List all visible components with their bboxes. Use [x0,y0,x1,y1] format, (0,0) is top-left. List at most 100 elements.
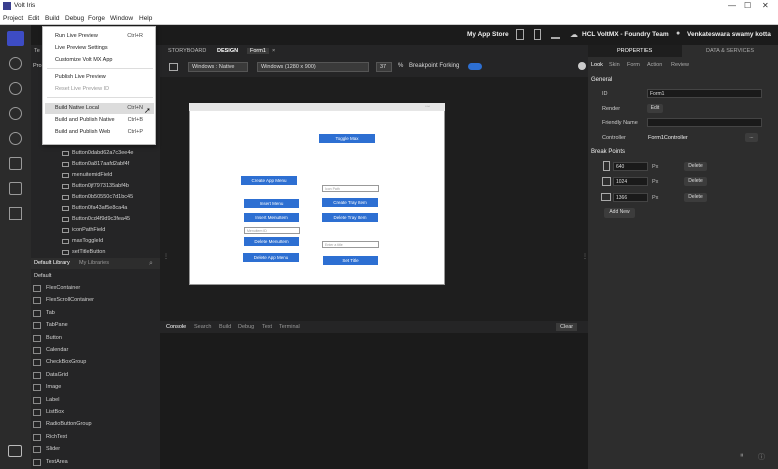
chat-icon[interactable] [8,445,22,457]
library-item[interactable]: CheckBoxGroup [46,359,86,365]
menu-item[interactable]: Build and Publish Web [55,129,110,135]
delete-breakpoint-button[interactable]: Delete [684,193,707,202]
splitter-grip-left[interactable]: ⋮ [163,253,169,260]
gauge-icon[interactable] [9,132,22,145]
general-section[interactable]: General [591,77,612,83]
breakpoint-toggle[interactable] [468,63,482,70]
breakpoints-section[interactable]: Break Points [591,149,625,155]
form-preview[interactable] [189,103,445,285]
app-store-button[interactable]: My App Store [467,31,509,38]
library-item[interactable]: ListBox [46,409,64,415]
menu-item[interactable]: Live Preview Settings [55,45,108,51]
resolution-select[interactable]: Windows (1280 x 900) [257,62,369,72]
subtab-review[interactable]: Review [671,62,689,68]
left-tab[interactable]: Te [34,48,40,54]
id-input[interactable]: Form1 [647,89,762,98]
controller-browse-button[interactable]: ... [745,133,758,142]
delete-menuitem-button[interactable]: Delete MenuItem [244,237,299,246]
menu-item[interactable]: Customize Volt MX App [55,57,112,63]
menu-edit[interactable]: Edit [28,15,39,22]
tree-item[interactable]: Button0fa43af5e8ca4a [72,205,127,211]
library-item[interactable]: TextArea [46,459,68,465]
pause-icon[interactable]: ⏸ [740,452,744,460]
document-icon[interactable] [9,182,22,195]
menuitem-id-input[interactable]: Menuitem ID [244,227,300,234]
tree-item[interactable]: setTitleButton [72,249,105,255]
tab-terminal[interactable]: Terminal [279,324,300,330]
menu-help[interactable]: Help [139,15,152,22]
phone-icon[interactable] [516,29,524,40]
clear-button[interactable]: Clear [556,323,578,331]
menu-item[interactable]: Build Native Local [55,105,99,111]
close-icon[interactable]: ✕ [762,1,769,10]
menu-item[interactable]: Publish Live Preview [55,74,106,80]
minimize-icon[interactable]: — [728,1,736,10]
create-tray-item-button[interactable]: Create Tray Item [322,198,378,207]
library-item[interactable]: TabPane [46,322,68,328]
breakpoint-640-input[interactable]: 640 [613,162,648,171]
maximize-icon[interactable]: ☐ [744,1,751,10]
create-app-menu-button[interactable]: Create App Menu [241,176,297,185]
breakpoint-1024-input[interactable]: 1024 [613,177,648,186]
triangle-icon[interactable] [9,207,22,220]
collapse-icon[interactable] [578,62,586,70]
trash-icon[interactable] [534,29,541,40]
library-item[interactable]: Slider [46,446,60,452]
library-item[interactable]: FlexContainer [46,285,80,291]
tab-properties[interactable]: PROPERTIES [617,48,652,54]
project-icon[interactable] [7,31,24,46]
delete-breakpoint-button[interactable]: Delete [684,177,707,186]
menu-item[interactable]: Reset Live Preview ID [55,86,109,92]
tree-item[interactable]: Button0b50550c7d1bc45 [72,194,133,200]
split-view-icon[interactable] [169,63,178,71]
library-group[interactable]: Default [34,273,51,279]
toggle-max-button[interactable]: Toggle Max [319,134,375,143]
library-item[interactable]: RadioButtonGroup [46,421,92,427]
close-tab-icon[interactable]: × [272,48,275,54]
tab-default-library[interactable]: Default Library [34,260,70,266]
title-input[interactable]: Enter a title [322,241,379,248]
menu-build[interactable]: Build [45,15,59,22]
help-icon[interactable]: ⓘ [758,452,765,462]
delete-app-menu-button[interactable]: Delete App Menu [243,253,299,262]
tab-data-services[interactable]: DATA & SERVICES [706,48,754,54]
set-title-button[interactable]: Set Title [323,256,378,265]
library-item[interactable]: FlexScrollContainer [46,297,94,303]
tab-text[interactable]: Text [262,324,272,330]
insert-menuitem-button[interactable]: Insert MenuItem [244,213,299,222]
tree-item[interactable]: iconPathField [72,227,105,233]
library-item[interactable]: Calendar [46,347,68,353]
tree-item[interactable]: Button0dabd62a7c3ee4e [72,150,133,156]
menu-item[interactable]: Run Live Preview [55,33,98,39]
subtab-form[interactable]: Form [627,62,640,68]
friendly-name-input[interactable] [647,118,762,127]
library-item[interactable]: Label [46,397,59,403]
tab-search[interactable]: Search [194,324,211,330]
add-new-breakpoint-button[interactable]: Add New [604,208,635,218]
foundry-team[interactable]: HCL VoltMX - Foundry Team [582,31,669,38]
breakpoint-1366-input[interactable]: 1366 [613,193,648,202]
tab-form1[interactable]: Form1 [247,48,269,54]
menu-forge[interactable]: Forge [88,15,105,22]
gear-icon[interactable] [9,82,22,95]
menu-debug[interactable]: Debug [65,15,84,22]
menu-project[interactable]: Project [3,15,23,22]
insert-menu-button[interactable]: Insert Menu [244,199,299,208]
zoom-input[interactable]: 37 [376,62,392,72]
tree-item[interactable]: maxToggleId [72,238,103,244]
library-item[interactable]: RichText [46,434,67,440]
search-icon[interactable]: ⌕ [149,260,153,268]
globe-icon[interactable] [9,57,22,70]
device-select[interactable]: Windows : Native [188,62,248,72]
play-icon[interactable] [9,107,22,120]
download-icon[interactable] [551,30,560,39]
tab-my-libraries[interactable]: My Libraries [79,260,109,266]
subtab-action[interactable]: Action [647,62,662,68]
subtab-skin[interactable]: Skin [609,62,620,68]
tree-item[interactable]: Button0cd4f9d9c3fea45 [72,216,130,222]
tab-debug[interactable]: Debug [238,324,254,330]
delete-breakpoint-button[interactable]: Delete [684,162,707,171]
tab-build[interactable]: Build [219,324,231,330]
tree-item[interactable]: Button0jf7973135abf4b [72,183,129,189]
tab-console[interactable]: Console [166,324,186,330]
